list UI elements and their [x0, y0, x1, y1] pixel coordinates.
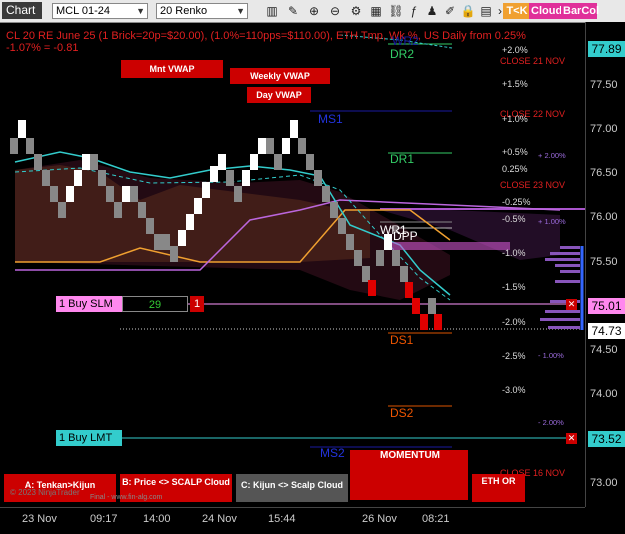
kijun-scalp-cloud-button[interactable]: C: Kijun <> Scalp Cloud	[236, 474, 348, 502]
pct-level: -3.0%	[502, 385, 526, 395]
buy-slm-quantity[interactable]: 29	[122, 296, 188, 312]
current-price-tag: 75.01	[588, 298, 625, 314]
indicators-icon[interactable]: ƒ	[406, 3, 422, 19]
daily-vwap-label: Day VWAP	[247, 87, 311, 103]
chart-header-line2: -1.07% = -0.81	[6, 42, 79, 54]
time-tick: 09:17	[90, 513, 118, 525]
chart-header-line1: CL 20 RE June 25 (1 Brick=20p=$20.00), (…	[6, 30, 526, 42]
weekly-pct: - 1.00%	[538, 351, 564, 360]
strategies-icon[interactable]: ♟	[424, 3, 440, 19]
tk-toggle-button[interactable]: T<K	[503, 3, 531, 19]
pct-level: +1.5%	[502, 79, 528, 89]
weekly-vwap-label: Weekly VWAP	[230, 68, 330, 84]
pct-level: +1.0%	[502, 114, 528, 124]
instrument-label: MCL 01-24	[56, 5, 111, 17]
instrument-link-icon[interactable]: ⛓	[388, 3, 404, 19]
price-tick: 77.50	[590, 79, 618, 91]
price-tick: 74.50	[590, 344, 618, 356]
buy-slm-count[interactable]: 1	[190, 296, 204, 312]
drawing-tools-icon[interactable]: ✐	[442, 3, 458, 19]
pct-level: -2.5%	[502, 351, 526, 361]
eth-or-button[interactable]: ETH OR	[472, 474, 525, 502]
lock-icon[interactable]: 🔒	[460, 3, 476, 19]
barcol-toggle-button[interactable]: BarCol	[561, 3, 599, 19]
pct-level: 0.25%	[502, 164, 528, 174]
price-tick: 73.00	[590, 477, 618, 489]
momentum-label: MOMENTUM	[380, 450, 440, 461]
time-tick: 15:44	[268, 513, 296, 525]
instrument-selector[interactable]: MCL 01-24 ▼	[52, 3, 148, 19]
ms1-label: MS1	[318, 112, 343, 126]
data-box-icon[interactable]: ▦	[368, 3, 384, 19]
zoom-out-icon[interactable]: ⊖	[327, 3, 343, 19]
dr1-label: DR1	[390, 152, 415, 166]
properties-icon[interactable]: ⚙	[348, 3, 364, 19]
ds1-label: DS1	[390, 333, 414, 347]
pct-level: -0.25%	[502, 197, 531, 207]
chevron-down-icon: ▼	[236, 6, 245, 16]
weekly-pct: + 2.00%	[538, 151, 566, 160]
draw-icon[interactable]: ✎	[285, 3, 301, 19]
pct-level: -2.0%	[502, 317, 526, 327]
ms2-label: MS2	[320, 446, 345, 460]
chart-panel[interactable]: CL 20 RE June 25 (1 Brick=20p=$20.00), (…	[0, 22, 585, 507]
price-tick: 76.00	[590, 211, 618, 223]
weekly-pct: + 1.00%	[538, 217, 566, 226]
monthly-vwap-label: Mnt VWAP	[121, 60, 223, 78]
cloud-toggle-button[interactable]: Cloud	[529, 3, 563, 19]
buy-slm-order[interactable]: 1 Buy SLM	[56, 296, 122, 312]
pct-level: +2.0%	[502, 45, 528, 55]
close-23-nov-label: CLOSE 23 NOV	[500, 180, 566, 190]
watermark: © 2023 NinjaTrader	[10, 488, 80, 497]
limit-price-tag: 73.52	[588, 431, 625, 447]
price-tick: 77.00	[590, 123, 618, 135]
price-tick: 76.50	[590, 167, 618, 179]
bar-style-icon[interactable]: ▥	[264, 3, 280, 19]
pct-level: -1.0%	[502, 248, 526, 258]
price-axis[interactable]: 77.89 77.50 77.00 76.50 76.00 75.50 75.0…	[585, 22, 625, 507]
pct-level: +0.5%	[502, 147, 528, 157]
bar-type-selector[interactable]: 20 Renko ▼	[156, 3, 248, 19]
time-tick: 23 Nov	[22, 513, 57, 525]
dr2-label: DR2	[390, 47, 415, 61]
price-tick: 74.00	[590, 388, 618, 400]
buy-lmt-order[interactable]: 1 Buy LMT	[56, 430, 122, 446]
weekly-pct: - 2.00%	[538, 418, 564, 427]
time-tick: 24 Nov	[202, 513, 237, 525]
chart-toolbar: Chart MCL 01-24 ▼ 20 Renko ▼ ▥ ✎ ⊕ ⊖ ⚙ ▦ ⛓…	[0, 0, 625, 23]
dpp-label: DPP	[393, 229, 418, 243]
time-axis[interactable]: 23 Nov 09:17 14:00 24 Nov 15:44 26 Nov 0…	[0, 507, 585, 534]
time-tick: 26 Nov	[362, 513, 397, 525]
wr2-label: WR2	[392, 34, 419, 48]
close-21-nov-label: CLOSE 21 NOV	[500, 56, 566, 66]
pct-level: -0.5%	[502, 214, 526, 224]
price-tick: 75.50	[590, 256, 618, 268]
window-title: Chart	[2, 2, 42, 19]
cancel-order-icon[interactable]: ✕	[566, 299, 577, 310]
ds2-label: DS2	[390, 406, 414, 420]
time-tick: 08:21	[422, 513, 450, 525]
top-price-tag: 77.89	[588, 41, 625, 57]
chevron-down-icon: ▼	[136, 6, 145, 16]
pct-level: -1.5%	[502, 282, 526, 292]
footer-note: Final - www.fin-alg.com	[90, 494, 163, 501]
volume-profile	[540, 246, 580, 329]
bar-type-label: 20 Renko	[160, 5, 208, 17]
last-price-tag: 74.73	[588, 323, 625, 339]
time-tick: 14:00	[143, 513, 171, 525]
zoom-in-icon[interactable]: ⊕	[306, 3, 322, 19]
cancel-order-icon[interactable]: ✕	[566, 433, 577, 444]
